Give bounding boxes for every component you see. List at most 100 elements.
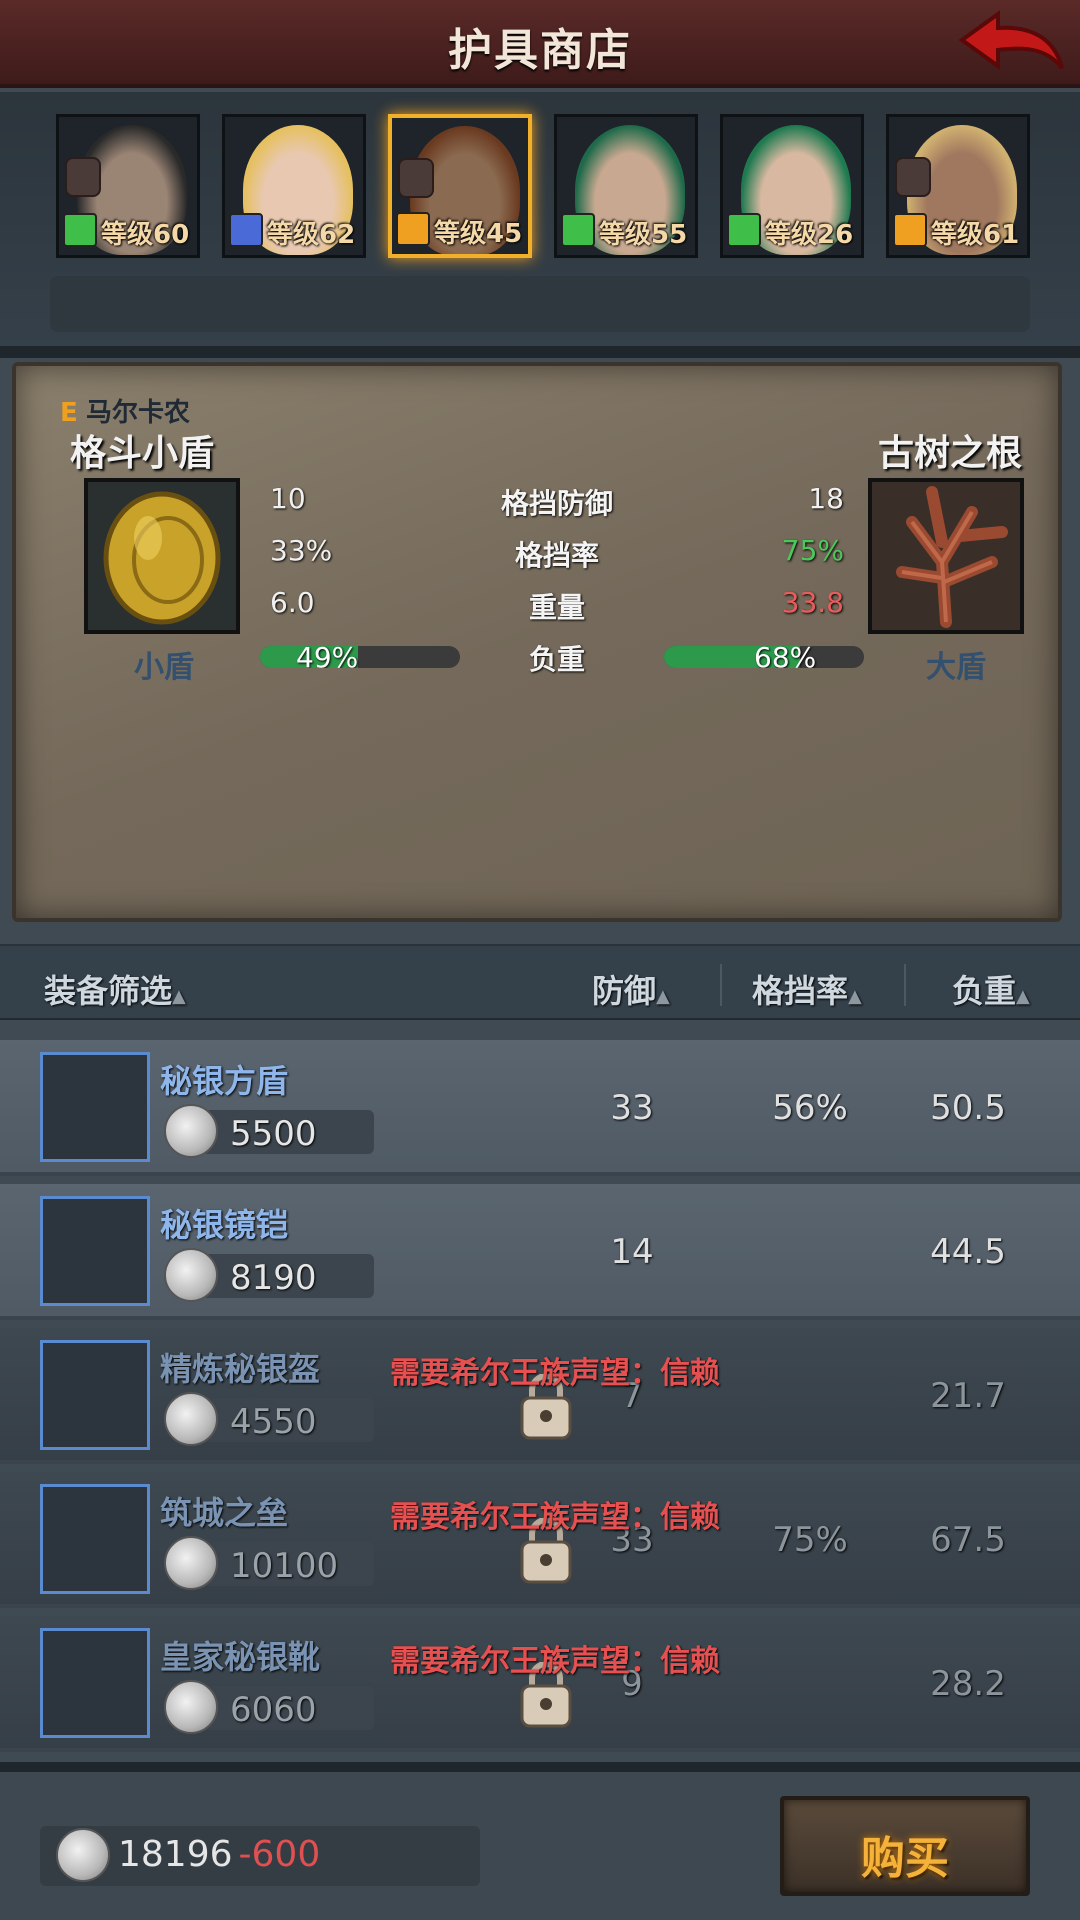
sort-arrow-icon: ▲ bbox=[172, 986, 186, 1007]
item-name: 秘银方盾 bbox=[160, 1062, 289, 1100]
weight-sort-button[interactable]: 负重▲ bbox=[952, 966, 1030, 1012]
item-price: 8190 bbox=[230, 1258, 317, 1298]
requirement-text: 需要希尔王族声望：信赖 bbox=[390, 1500, 720, 1535]
item-price: 6060 bbox=[230, 1690, 317, 1730]
character-list: 等级60 等级62 等级45 等级55 等级26 等级61 bbox=[56, 114, 1030, 258]
item-block-rate: 75% bbox=[772, 1520, 848, 1560]
current-item-name: 格斗小盾 bbox=[70, 433, 215, 474]
block-label: 格挡率 bbox=[752, 972, 849, 1010]
item-row[interactable]: 精炼秘银盔 4550 7 21.7 需要希尔王族声望：信赖 bbox=[0, 1328, 1080, 1464]
stat-row-weight: 6.0 重量 33.8 bbox=[270, 578, 844, 630]
current-item-type: 小盾 bbox=[134, 650, 194, 685]
character-portrait[interactable]: 等级60 bbox=[56, 114, 200, 258]
character-level: 等级55 bbox=[599, 220, 688, 250]
stat-right-value: 33.8 bbox=[781, 586, 844, 619]
character-portrait[interactable]: 等级61 bbox=[886, 114, 1030, 258]
stat-right-value: 75% bbox=[781, 534, 844, 567]
load-bar-right: 68% bbox=[664, 646, 864, 668]
sort-arrow-icon: ▲ bbox=[656, 986, 670, 1007]
item-weight: 67.5 bbox=[930, 1520, 1006, 1560]
item-price: 10100 bbox=[230, 1546, 339, 1586]
character-level: 等级45 bbox=[434, 219, 523, 249]
stat-row-block-defense: 10 格挡防御 18 bbox=[270, 474, 844, 526]
class-badge-icon bbox=[63, 213, 97, 247]
silver-coin-icon bbox=[164, 1536, 218, 1590]
item-price: 4550 bbox=[230, 1402, 317, 1442]
item-name: 精炼秘银盔 bbox=[160, 1350, 321, 1388]
character-level: 等级60 bbox=[101, 220, 190, 250]
stat-comparison: 10 格挡防御 18 33% 格挡率 75% 6.0 重量 33.8 49% 负… bbox=[260, 474, 864, 682]
equipment-icon bbox=[40, 1340, 150, 1450]
class-badge-icon bbox=[561, 213, 595, 247]
block-sort-button[interactable]: 格挡率▲ bbox=[752, 966, 862, 1012]
back-arrow-icon[interactable] bbox=[958, 6, 1066, 82]
stat-row-block-rate: 33% 格挡率 75% bbox=[270, 526, 844, 578]
weight-label: 负重 bbox=[952, 972, 1017, 1010]
money-display: 18196 -600 bbox=[118, 1834, 320, 1875]
silver-coin-icon bbox=[164, 1104, 218, 1158]
selected-item-type: 大盾 bbox=[926, 650, 986, 685]
sort-arrow-icon: ▲ bbox=[1016, 986, 1030, 1007]
defense-sort-button[interactable]: 防御▲ bbox=[592, 966, 670, 1012]
lock-icon bbox=[398, 158, 434, 198]
requirement-text: 需要希尔王族声望：信赖 bbox=[390, 1356, 720, 1391]
filter-sort-button[interactable]: 装备筛选▲ bbox=[44, 966, 186, 1012]
item-block-rate: 56% bbox=[772, 1088, 848, 1128]
divider bbox=[904, 964, 906, 1006]
character-portrait[interactable]: 等级45 bbox=[388, 114, 532, 258]
silver-coin-icon bbox=[56, 1828, 110, 1882]
item-row[interactable]: 秘银方盾 5500 33 56% 50.5 bbox=[0, 1040, 1080, 1176]
lock-icon bbox=[895, 157, 931, 197]
class-badge-icon bbox=[229, 213, 263, 247]
class-badge-icon bbox=[893, 213, 927, 247]
character-info-bar bbox=[50, 276, 1030, 332]
list-column-header: 装备筛选▲ 防御▲ 格挡率▲ 负重▲ bbox=[0, 944, 1080, 1020]
lock-icon bbox=[65, 157, 101, 197]
character-portrait[interactable]: 等级55 bbox=[554, 114, 698, 258]
equipment-icon bbox=[40, 1196, 150, 1306]
page-title: 护具商店 bbox=[448, 25, 632, 76]
character-portrait[interactable]: 等级62 bbox=[222, 114, 366, 258]
silver-coin-icon bbox=[164, 1392, 218, 1446]
equipment-icon bbox=[40, 1052, 150, 1162]
item-defense: 33 bbox=[610, 1088, 654, 1128]
buy-button-label: 购买 bbox=[861, 1833, 949, 1884]
class-badge-icon bbox=[396, 212, 430, 246]
stat-label: 格挡防御 bbox=[500, 487, 613, 520]
character-portrait[interactable]: 等级26 bbox=[720, 114, 864, 258]
stat-row-load: 49% 负重 68% bbox=[260, 630, 864, 682]
class-badge-icon bbox=[727, 213, 761, 247]
item-defense: 14 bbox=[610, 1232, 654, 1272]
buy-button[interactable]: 购买 bbox=[780, 1796, 1030, 1896]
equipment-icon bbox=[40, 1484, 150, 1594]
item-name: 皇家秘银靴 bbox=[160, 1638, 321, 1676]
item-weight: 50.5 bbox=[930, 1088, 1006, 1128]
item-price: 5500 bbox=[230, 1114, 317, 1154]
item-name: 秘银镜铠 bbox=[160, 1206, 289, 1244]
money-amount: 18196 bbox=[118, 1834, 233, 1875]
requirement-text: 需要希尔王族声望：信赖 bbox=[390, 1644, 720, 1679]
divider bbox=[0, 1762, 1080, 1772]
stat-label: 格挡率 bbox=[514, 539, 599, 572]
item-row[interactable]: 秘银镜铠 8190 14 44.5 bbox=[0, 1184, 1080, 1320]
equipment-icon bbox=[40, 1628, 150, 1738]
money-cost: -600 bbox=[238, 1834, 321, 1875]
silver-coin-icon bbox=[164, 1680, 218, 1734]
character-strip: 等级60 等级62 等级45 等级55 等级26 等级61 bbox=[0, 92, 1080, 352]
small-shield-icon bbox=[84, 478, 240, 634]
load-right-value: 68% bbox=[754, 646, 817, 668]
item-weight: 28.2 bbox=[930, 1664, 1006, 1704]
item-weight: 44.5 bbox=[930, 1232, 1006, 1272]
divider bbox=[0, 346, 1080, 358]
item-row[interactable]: 皇家秘银靴 6060 9 28.2 需要希尔王族声望：信赖 bbox=[0, 1616, 1080, 1752]
footer-bar: 18196 -600 购买 bbox=[0, 1772, 1080, 1920]
item-row[interactable]: 筑城之垒 10100 33 75% 67.5 需要希尔王族声望：信赖 bbox=[0, 1472, 1080, 1608]
silver-coin-icon bbox=[164, 1248, 218, 1302]
sort-arrow-icon: ▲ bbox=[848, 986, 862, 1007]
compare-panel: E 马尔卡农 格斗小盾 古树之根 小盾 大盾 10 格挡防御 18 33% 格挡… bbox=[12, 362, 1062, 922]
filter-label: 装备筛选 bbox=[44, 972, 173, 1010]
item-list: 秘银方盾 5500 33 56% 50.5 秘银镜铠 8190 14 44.5 精炼秘银盔 4550… bbox=[0, 1040, 1080, 1760]
character-level: 等级62 bbox=[267, 220, 356, 250]
selected-item-name: 古树之根 bbox=[877, 433, 1022, 474]
item-name: 筑城之垒 bbox=[160, 1494, 289, 1532]
